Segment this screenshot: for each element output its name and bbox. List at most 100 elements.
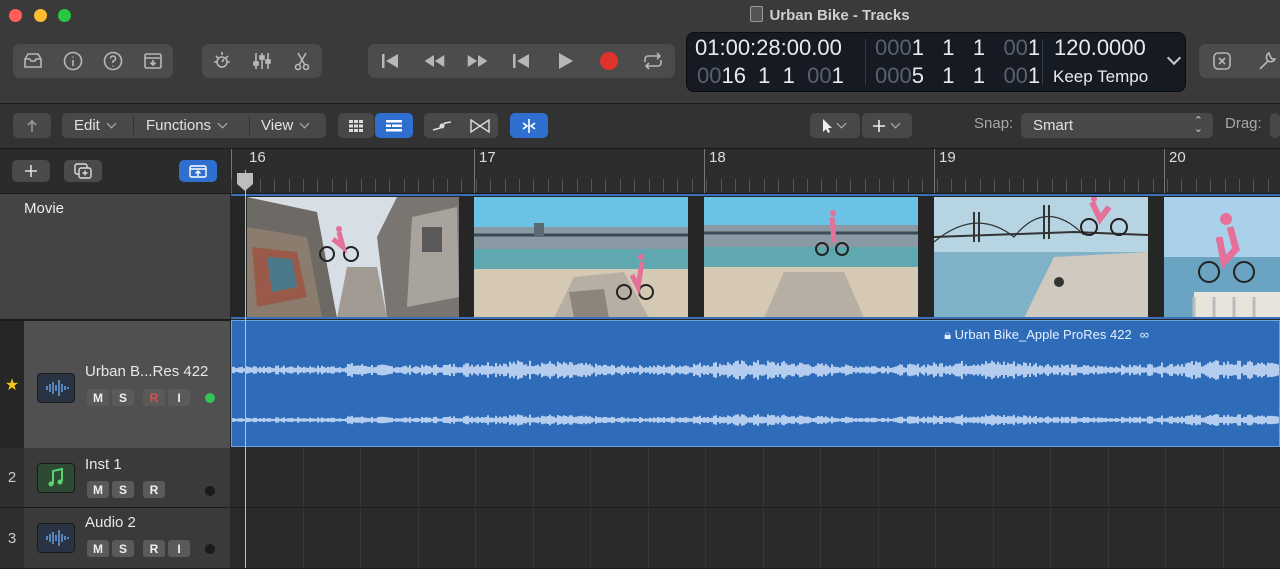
go-to-beginning-icon [381,54,398,68]
bar-number: 19 [939,149,956,166]
mute-button[interactable]: M [87,481,109,498]
command-click-tool-menu[interactable] [862,113,912,138]
inspector-button[interactable] [61,49,85,73]
global-tracks-button[interactable] [179,160,217,182]
rewind-button[interactable] [422,49,446,73]
grid-line [1223,448,1224,507]
mute-button[interactable]: M [87,540,109,557]
bar-position: 0016 1 1 001 [697,63,844,88]
ruler-tick [1066,179,1067,192]
library-button[interactable] [21,49,45,73]
lcd-menu-chevron-icon[interactable] [1166,50,1182,66]
transport-group [368,44,675,78]
tracks-list-icon [386,119,402,131]
drag-select[interactable] [1270,113,1280,138]
ruler-tick [591,179,592,192]
duplicate-track-button[interactable] [64,160,102,182]
edit-menu[interactable]: Edit [62,113,132,138]
track-name[interactable]: Urban B...Res 422 [85,363,208,380]
quick-help-button[interactable] [101,49,125,73]
play-button[interactable] [553,49,577,73]
ruler-tick [418,179,419,192]
go-to-beginning-button[interactable] [378,49,402,73]
timeline-ruler[interactable]: 16 17 18 19 20 [231,149,1280,194]
record-button[interactable] [597,49,621,73]
list-editors-button[interactable] [1210,49,1234,73]
track-lane-3[interactable] [231,508,1280,569]
grid-view-button[interactable] [338,113,374,138]
flex-button[interactable] [462,113,498,138]
smart-controls-button[interactable] [210,49,234,73]
automation-button[interactable] [424,113,460,138]
grid-line [878,448,879,507]
functions-menu[interactable]: Functions [134,113,248,138]
grid-line [1108,448,1109,507]
crosshair-icon [873,119,885,132]
movie-thumbnails[interactable] [231,194,1280,319]
input-monitor-button[interactable]: I [168,389,190,406]
fast-forward-button[interactable] [466,49,490,73]
ruler-tick [260,179,261,192]
track-name[interactable]: Inst 1 [85,456,122,473]
track-name[interactable]: Audio 2 [85,514,136,531]
editors-button[interactable] [290,49,314,73]
lcd-display[interactable]: 01:00:28:00.00 0016 1 1 001 0001 1 1 001… [686,32,1186,92]
track-header-1[interactable]: ★ Urban B...Res 422 M S R I [0,320,230,449]
ruler-tick [836,179,837,192]
ruler-tick [375,179,376,192]
ruler-tick [1052,179,1053,192]
record-enable-button[interactable]: R [143,481,165,498]
snap-select[interactable]: Smart ⌃ ⌄ [1021,113,1213,138]
record-enable-button[interactable]: R [143,389,165,406]
toolbar-toggle-button[interactable] [141,49,165,73]
cycle-button[interactable] [641,49,665,73]
go-to-previous-button[interactable] [509,49,533,73]
ruler-tick [634,179,635,192]
solo-button[interactable]: S [112,389,134,406]
ruler-tick [605,179,606,192]
ruler-tick [1109,179,1110,192]
mute-button[interactable]: M [87,389,109,406]
cycle-icon [644,52,662,70]
tempo-mode[interactable]: Keep Tempo [1053,67,1148,87]
ruler-tick [490,179,491,192]
left-locator[interactable]: 0001 1 1 001 [875,35,1040,61]
add-track-button[interactable] [12,160,50,182]
ruler-tick [706,179,707,192]
track-header-3[interactable]: 3 Audio 2 M S R I [0,508,230,569]
ruler-tick [577,179,578,192]
grid-line [705,448,706,507]
ruler-tick [231,179,232,192]
ruler-tick [1124,179,1125,192]
movie-track-header[interactable]: Movie [0,194,230,320]
ruler-tick [505,179,506,192]
duplicate-icon [74,163,92,179]
view-menu[interactable]: View [250,113,326,138]
catch-playhead-button[interactable] [510,113,548,138]
record-enable-button[interactable]: R [143,540,165,557]
ruler-tick [620,179,621,192]
audio-region[interactable]: 🔒︎ Urban Bike_Apple ProRes 422 ∞ [231,320,1280,447]
track-header-2[interactable]: 2 Inst 1 M S R [0,448,230,508]
star-icon: ★ [4,376,20,394]
ruler-tick [332,179,333,192]
track-number: ★ [0,321,24,448]
activity-led [205,544,215,554]
ruler-tick [476,179,477,192]
activity-led [205,393,215,403]
left-click-tool-menu[interactable] [810,113,860,138]
tempo-value[interactable]: 120.0000 [1054,35,1146,61]
list-view-button[interactable] [375,113,413,138]
input-monitor-button[interactable]: I [168,540,190,557]
ruler-tick [1225,179,1226,192]
solo-button[interactable]: S [112,540,134,557]
back-button[interactable] [13,113,51,138]
track-lane-2[interactable] [231,448,1280,508]
settings-button[interactable] [1255,49,1279,73]
ruler-tick [764,179,765,192]
movie-frame [1164,197,1280,317]
solo-button[interactable]: S [112,481,134,498]
mixer-button[interactable] [250,49,274,73]
catch-playhead-icon [522,118,536,133]
right-locator[interactable]: 0005 1 1 001 [875,63,1040,89]
